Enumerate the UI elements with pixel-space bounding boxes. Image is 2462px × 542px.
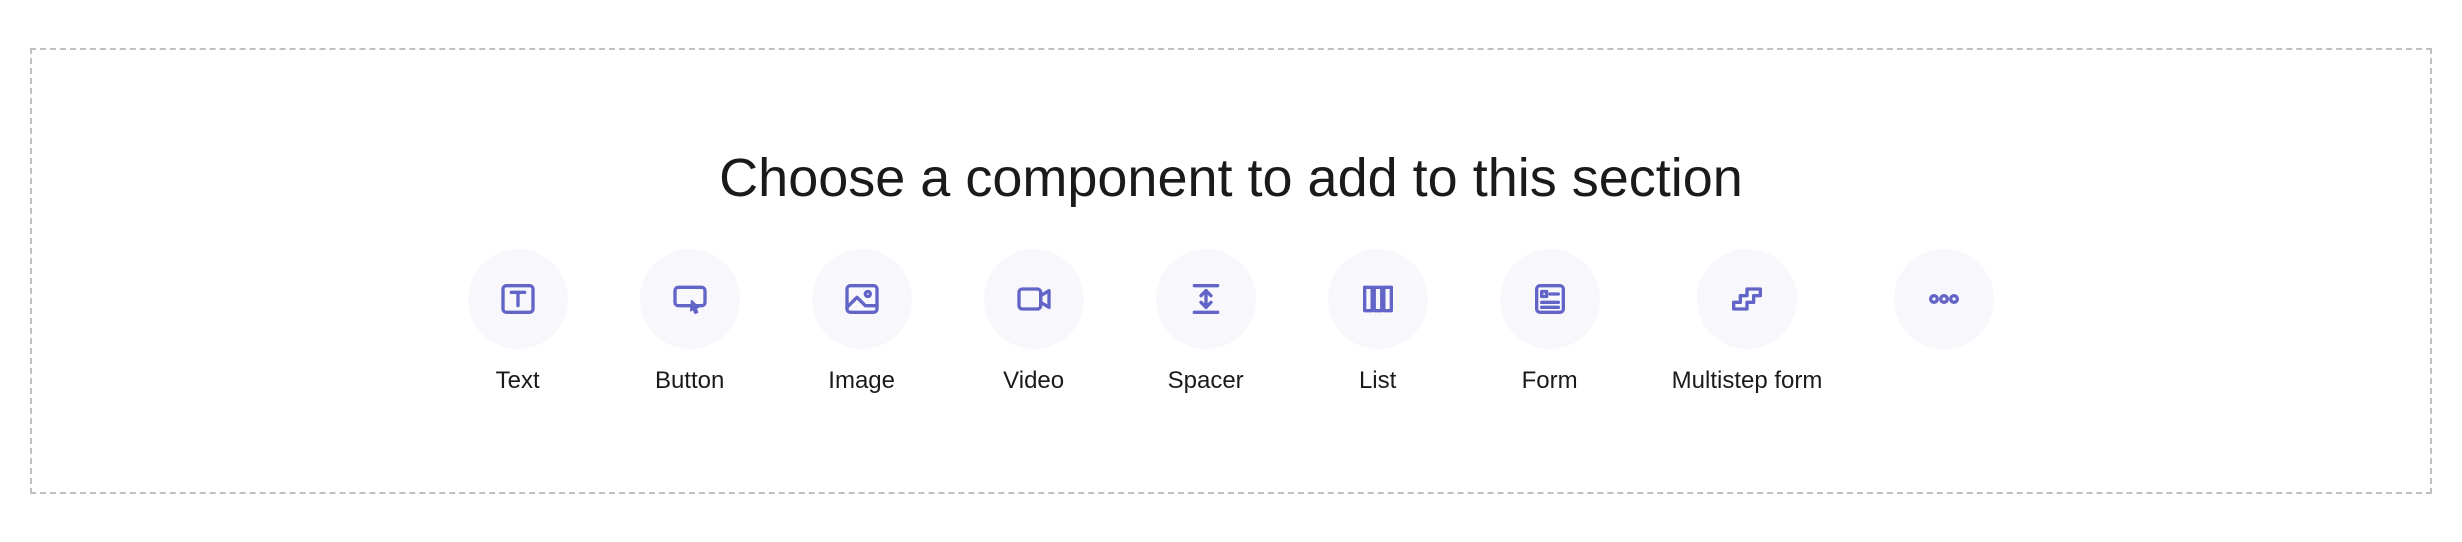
more-icon — [1894, 249, 1994, 349]
add-multistep-form-button[interactable]: Multistep form — [1672, 249, 1823, 395]
add-image-button[interactable]: Image — [812, 249, 912, 395]
add-video-button[interactable]: Video — [984, 249, 1084, 395]
add-spacer-button[interactable]: Spacer — [1156, 249, 1256, 395]
image-icon — [812, 249, 912, 349]
text-icon — [468, 249, 568, 349]
component-label: Button — [655, 367, 724, 395]
more-components-button[interactable] — [1894, 249, 1994, 349]
add-component-section: Choose a component to add to this sectio… — [30, 48, 2432, 494]
section-heading: Choose a component to add to this sectio… — [719, 147, 1743, 209]
component-label: Text — [496, 367, 540, 395]
multistep-form-icon — [1697, 249, 1797, 349]
add-text-button[interactable]: Text — [468, 249, 568, 395]
button-icon — [640, 249, 740, 349]
form-icon — [1500, 249, 1600, 349]
component-options-row: Text Button Image — [468, 249, 1995, 395]
component-label: Spacer — [1168, 367, 1244, 395]
component-label: Multistep form — [1672, 367, 1823, 395]
component-label: Video — [1003, 367, 1064, 395]
list-icon — [1328, 249, 1428, 349]
video-icon — [984, 249, 1084, 349]
add-button-button[interactable]: Button — [640, 249, 740, 395]
add-form-button[interactable]: Form — [1500, 249, 1600, 395]
spacer-icon — [1156, 249, 1256, 349]
add-list-button[interactable]: List — [1328, 249, 1428, 395]
component-label: Image — [828, 367, 895, 395]
component-label: List — [1359, 367, 1396, 395]
component-label: Form — [1522, 367, 1578, 395]
